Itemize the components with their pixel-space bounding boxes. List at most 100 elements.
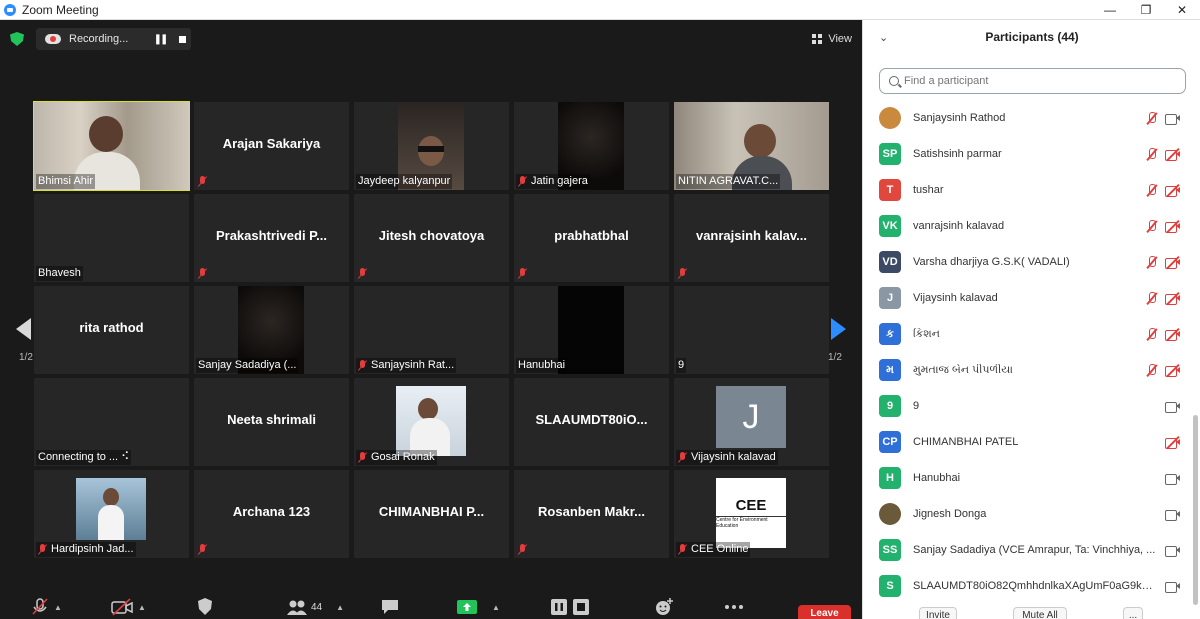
participant-video-tile[interactable]: SLAAUMDT80iO... bbox=[514, 378, 669, 466]
stop-record-button[interactable] bbox=[572, 595, 590, 619]
video-camera-icon[interactable] bbox=[1165, 581, 1180, 593]
participant-video-tile[interactable]: NITIN AGRAVAT.C... bbox=[674, 102, 829, 190]
video-off-icon[interactable] bbox=[1165, 219, 1180, 233]
video-camera-icon[interactable] bbox=[1165, 509, 1180, 521]
unmute-button[interactable]: ▲ bbox=[30, 595, 62, 619]
muted-mic-icon[interactable] bbox=[1145, 111, 1158, 125]
pause-record-button[interactable] bbox=[550, 595, 568, 619]
video-camera-icon[interactable] bbox=[1165, 545, 1180, 557]
participant-video-tile[interactable]: Sanjay Sadadiya (... bbox=[194, 286, 349, 374]
participant-video-tile[interactable]: Hardipsinh Jad... bbox=[34, 470, 189, 558]
more-participant-options-button[interactable]: ... bbox=[1123, 607, 1143, 619]
chat-button[interactable] bbox=[380, 595, 400, 619]
participant-row[interactable]: Sanjaysinh Rathod bbox=[863, 100, 1193, 136]
start-video-button[interactable]: ▲ bbox=[110, 595, 146, 619]
invite-button[interactable]: Invite bbox=[919, 607, 957, 619]
muted-mic-icon[interactable] bbox=[1145, 327, 1158, 341]
participant-video-tile[interactable]: Sanjaysinh Rat... bbox=[354, 286, 509, 374]
reactions-button[interactable] bbox=[654, 595, 674, 619]
video-off-icon[interactable] bbox=[1165, 147, 1180, 161]
security-button[interactable] bbox=[196, 595, 214, 619]
video-off-icon[interactable] bbox=[1165, 363, 1180, 377]
video-off-icon[interactable] bbox=[1165, 183, 1180, 197]
participant-video-tile[interactable]: Bhavesh bbox=[34, 194, 189, 282]
muted-mic-icon[interactable] bbox=[1145, 219, 1158, 233]
participant-video-tile[interactable]: Connecting to ... ⠪ bbox=[34, 378, 189, 466]
participant-row[interactable]: J Vijaysinh kalavad bbox=[863, 280, 1193, 316]
share-options-caret[interactable]: ▲ bbox=[492, 603, 500, 612]
participant-video-tile[interactable]: Prakashtrivedi P... bbox=[194, 194, 349, 282]
participant-video-tile[interactable]: Jatin gajera bbox=[514, 102, 669, 190]
restore-button[interactable]: ❐ bbox=[1128, 0, 1164, 20]
participant-video-tile[interactable]: Rosanben Makr... bbox=[514, 470, 669, 558]
participants-button[interactable]: 44 ▲ bbox=[286, 595, 344, 619]
more-options-button[interactable] bbox=[724, 595, 744, 619]
view-button[interactable]: View bbox=[812, 29, 852, 49]
participants-options-caret[interactable]: ▲ bbox=[336, 603, 344, 612]
video-off-icon[interactable] bbox=[1165, 327, 1180, 341]
participant-video-tile[interactable]: Archana 123 bbox=[194, 470, 349, 558]
participant-row[interactable]: SS Sanjay Sadadiya (VCE Amrapur, Ta: Vinc… bbox=[863, 532, 1193, 568]
participant-row[interactable]: VK vanrajsinh kalavad bbox=[863, 208, 1193, 244]
participant-row[interactable]: SP Satishsinh parmar bbox=[863, 136, 1193, 172]
participant-row[interactable]: Ttushar bbox=[863, 172, 1193, 208]
participant-name-label: Vijaysinh kalavad bbox=[676, 450, 778, 465]
video-camera-icon[interactable] bbox=[1165, 401, 1180, 413]
participant-video-tile[interactable]: Hanubhai bbox=[514, 286, 669, 374]
share-screen-button[interactable]: ▲ bbox=[456, 595, 500, 619]
participant-search[interactable] bbox=[879, 68, 1186, 94]
pause-recording-button[interactable]: ❚❚ bbox=[149, 34, 171, 45]
audio-options-caret[interactable]: ▲ bbox=[54, 603, 62, 612]
muted-mic-icon bbox=[32, 598, 48, 615]
participant-name-label: Sanjaysinh Rat... bbox=[356, 358, 457, 373]
minimize-button[interactable]: — bbox=[1092, 0, 1128, 20]
muted-mic-icon[interactable] bbox=[1145, 147, 1158, 161]
participant-row[interactable]: VD Varsha dharjiya G.S.K( VADALI) bbox=[863, 244, 1193, 280]
video-options-caret[interactable]: ▲ bbox=[138, 603, 146, 612]
stop-recording-button[interactable] bbox=[179, 35, 186, 43]
participant-list-scrollbar[interactable] bbox=[1193, 415, 1198, 605]
video-camera-icon[interactable] bbox=[1165, 473, 1180, 485]
muted-mic-icon[interactable] bbox=[1145, 183, 1158, 197]
participant-row[interactable]: ક કિશન bbox=[863, 316, 1193, 352]
participant-video-tile[interactable]: prabhatbhal bbox=[514, 194, 669, 282]
participant-video-tile[interactable]: CEE Centre for Environment Education CEE O… bbox=[674, 470, 829, 558]
participant-row[interactable]: H Hanubhai bbox=[863, 460, 1193, 496]
participant-row[interactable]: Jignesh Donga bbox=[863, 496, 1193, 532]
close-button[interactable]: ✕ bbox=[1164, 0, 1200, 20]
participant-row[interactable]: 99 bbox=[863, 388, 1193, 424]
participant-video-tile[interactable]: J Vijaysinh kalavad bbox=[674, 378, 829, 466]
video-camera-icon[interactable] bbox=[1165, 113, 1180, 125]
participant-video-tile[interactable]: Arajan Sakariya bbox=[194, 102, 349, 190]
muted-mic-icon[interactable] bbox=[1145, 255, 1158, 269]
participant-video-tile[interactable]: Bhimsi Ahir bbox=[33, 101, 190, 191]
next-page-button[interactable] bbox=[828, 316, 848, 342]
mute-all-button[interactable]: Mute All bbox=[1013, 607, 1067, 619]
participant-video-tile[interactable]: Gosai Ronak bbox=[354, 378, 509, 466]
participant-row[interactable]: S SLAAUMDT80iO82QmhhdnlkaXAgUmF0aG9kQB... bbox=[863, 568, 1193, 604]
prev-page-button[interactable] bbox=[14, 316, 34, 342]
muted-mic-icon[interactable] bbox=[1145, 291, 1158, 305]
search-input[interactable] bbox=[904, 75, 1174, 87]
video-off-icon[interactable] bbox=[1165, 435, 1180, 449]
participant-video-tile[interactable]: Jitesh chovatoya bbox=[354, 194, 509, 282]
leave-button[interactable]: Leave bbox=[798, 605, 851, 619]
participant-row[interactable]: CP CHIMANBHAI PATEL bbox=[863, 424, 1193, 460]
video-off-icon[interactable] bbox=[1165, 291, 1180, 305]
participant-avatar: H bbox=[879, 467, 901, 489]
muted-mic-icon[interactable] bbox=[1145, 363, 1158, 377]
participant-video-tile[interactable]: vanrajsinh kalav... bbox=[674, 194, 829, 282]
participant-name-label: Jaydeep kalyanpur bbox=[356, 174, 453, 189]
more-dots-icon bbox=[725, 605, 743, 609]
participant-video-tile[interactable]: 9 bbox=[674, 286, 829, 374]
video-off-icon[interactable] bbox=[1165, 255, 1180, 269]
encryption-shield-icon[interactable] bbox=[10, 32, 24, 46]
page-indicator-left: 1/2 bbox=[19, 352, 33, 363]
participant-row[interactable]: મ મુમતાજ બેન પીપળીયા bbox=[863, 352, 1193, 388]
participant-video-tile[interactable]: rita rathod bbox=[34, 286, 189, 374]
participant-name-label: Gosai Ronak bbox=[356, 450, 437, 465]
participant-video-tile[interactable]: Jaydeep kalyanpur bbox=[354, 102, 509, 190]
participant-video-tile[interactable]: Neeta shrimali bbox=[194, 378, 349, 466]
participant-video-tile[interactable]: CHIMANBHAI P... bbox=[354, 470, 509, 558]
video-slash bbox=[1166, 255, 1180, 269]
